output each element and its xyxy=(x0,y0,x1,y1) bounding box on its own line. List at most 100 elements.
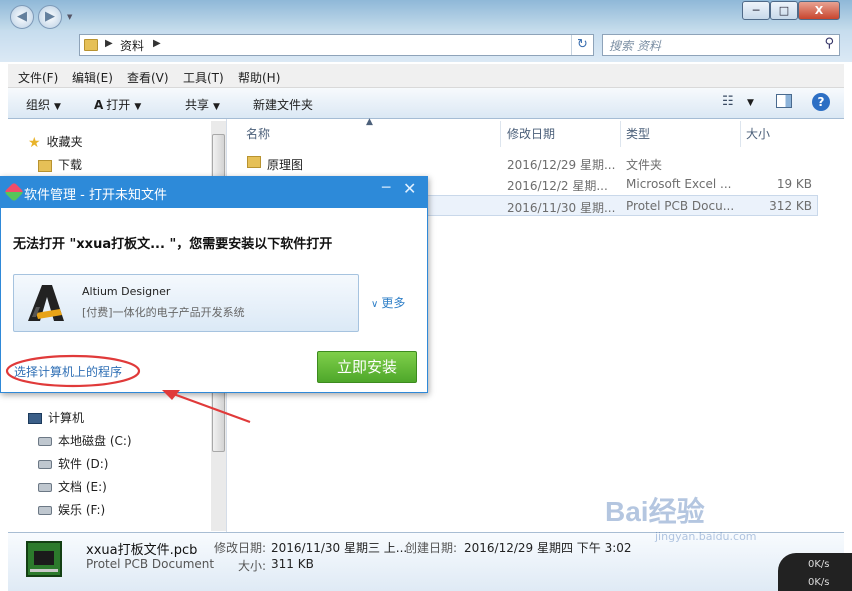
nav-label: 收藏夹 xyxy=(46,135,83,149)
details-modified: 2016/11/30 星期三 上... xyxy=(271,541,408,555)
drive-icon xyxy=(38,460,52,469)
forward-button[interactable]: ▶ xyxy=(38,5,62,29)
column-header-date[interactable]: 修改日期 xyxy=(507,125,555,142)
maximize-button[interactable]: □ xyxy=(770,1,798,20)
command-toolbar: 组织 ▼ A 打开 ▼ 共享 ▼ 新建文件夹 ☷ ▼ ? xyxy=(8,88,844,119)
folder-icon xyxy=(38,159,52,172)
menu-view[interactable]: 查看(V) xyxy=(127,69,169,86)
nav-label: 娱乐 (F:) xyxy=(58,503,106,517)
computer-icon xyxy=(28,413,42,424)
preview-pane-icon[interactable] xyxy=(776,94,792,108)
app-card[interactable]: Altium Designer [付费]一体化的电子产品开发系统 xyxy=(13,274,359,332)
dialog-title: 软件管理 - 打开未知文件 xyxy=(24,188,167,203)
nav-item-favorites[interactable]: ★ 收藏夹 xyxy=(28,133,83,151)
file-name: 原理图 xyxy=(267,158,304,172)
nav-item-drive-e[interactable]: 文档 (E:) xyxy=(38,478,107,495)
altium-logo-icon xyxy=(28,285,64,321)
file-date: 2016/11/30 星期... xyxy=(507,201,616,215)
new-folder-button[interactable]: 新建文件夹 xyxy=(253,96,313,113)
help-icon[interactable]: ? xyxy=(812,93,830,111)
nav-item-downloads[interactable]: 下载 xyxy=(38,156,82,173)
file-size: 19 KB xyxy=(776,177,812,191)
folder-icon xyxy=(247,156,261,168)
baidu-watermark: Bai经验 jingyan.baidu.com xyxy=(605,490,815,560)
menu-help[interactable]: 帮助(H) xyxy=(238,69,280,86)
open-button[interactable]: A 打开 ▼ xyxy=(94,96,141,113)
chevron-down-icon: ▼ xyxy=(54,102,61,112)
chevron-down-icon: ∨ xyxy=(371,299,379,310)
more-link[interactable]: ∨ 更多 xyxy=(371,294,405,311)
open-label: 打开 xyxy=(106,98,131,112)
file-date: 2016/12/2 星期... xyxy=(507,179,608,193)
dialog-minimize-icon[interactable]: ─ xyxy=(382,180,390,196)
column-divider[interactable] xyxy=(500,121,501,147)
download-speed: 0K/s xyxy=(808,577,830,588)
menu-file[interactable]: 文件(F) xyxy=(18,69,58,86)
watermark-logo: Bai经验 xyxy=(605,496,705,527)
nav-item-drive-c[interactable]: 本地磁盘 (C:) xyxy=(38,432,132,449)
drive-icon xyxy=(38,483,52,492)
nav-label: 文档 (E:) xyxy=(58,480,107,494)
dialog-titlebar: 软件管理 - 打开未知文件 ─ ✕ xyxy=(1,177,427,208)
view-options-icon[interactable]: ☷ xyxy=(722,94,734,109)
column-header-type[interactable]: 类型 xyxy=(626,125,650,142)
nav-item-drive-f[interactable]: 娱乐 (F:) xyxy=(38,501,105,518)
open-app-icon: A xyxy=(94,98,104,112)
file-type: Protel PCB Docu... xyxy=(626,199,735,213)
nav-label: 软件 (D:) xyxy=(58,457,109,471)
open-unknown-file-dialog: 软件管理 - 打开未知文件 ─ ✕ 无法打开 "xxua打板文... "，您需要… xyxy=(0,176,428,393)
dialog-close-icon[interactable]: ✕ xyxy=(403,179,416,198)
back-button[interactable]: ◀ xyxy=(10,5,34,29)
file-type: Microsoft Excel ... xyxy=(626,177,732,191)
refresh-icon[interactable]: ↻ xyxy=(571,35,593,55)
column-header-name[interactable]: 名称 xyxy=(246,125,270,142)
nav-label: 计算机 xyxy=(48,411,85,425)
folder-icon xyxy=(84,39,98,51)
organize-label: 组织 xyxy=(26,98,51,112)
software-manager-logo-icon xyxy=(4,182,24,202)
nav-item-drive-d[interactable]: 软件 (D:) xyxy=(38,455,108,472)
more-label: 更多 xyxy=(381,296,406,310)
menu-tools[interactable]: 工具(T) xyxy=(183,69,224,86)
share-button[interactable]: 共享 ▼ xyxy=(185,96,220,113)
menu-bar: 文件(F) 编辑(E) 查看(V) 工具(T) 帮助(H) xyxy=(8,64,844,88)
details-created-label: 创建日期: xyxy=(405,541,458,555)
details-modified-label: 修改日期: xyxy=(214,541,267,555)
breadcrumb-separator-icon[interactable]: ▶ xyxy=(153,38,161,49)
window-titlebar xyxy=(0,0,852,30)
file-type: 文件夹 xyxy=(626,158,663,172)
column-header-size[interactable]: 大小 xyxy=(746,125,770,142)
nav-label: 本地磁盘 (C:) xyxy=(58,434,132,448)
nav-label: 下载 xyxy=(58,158,83,172)
address-input[interactable]: ▶ 资料 ▶ ↻ xyxy=(79,34,594,56)
column-divider[interactable] xyxy=(620,121,621,147)
minimize-button[interactable]: ─ xyxy=(742,1,770,20)
file-date: 2016/12/29 星期... xyxy=(507,158,616,172)
column-divider[interactable] xyxy=(740,121,741,147)
search-input[interactable]: 搜索 资料 ⚲ xyxy=(602,34,840,56)
star-icon: ★ xyxy=(28,134,41,151)
search-icon[interactable]: ⚲ xyxy=(824,36,834,51)
table-row[interactable]: 原理图 2016/12/29 星期... 文件夹 xyxy=(228,153,818,174)
app-description: [付费]一体化的电子产品开发系统 xyxy=(82,306,245,319)
history-dropdown-icon[interactable]: ▼ xyxy=(67,13,72,21)
breadcrumb-separator-icon[interactable]: ▶ xyxy=(105,38,113,49)
nav-item-computer[interactable]: 计算机 xyxy=(28,409,84,426)
search-placeholder: 搜索 资料 xyxy=(609,39,661,53)
menu-edit[interactable]: 编辑(E) xyxy=(72,69,113,86)
choose-program-link[interactable]: 选择计算机上的程序 xyxy=(14,363,122,380)
details-filetype: Protel PCB Document xyxy=(86,557,215,571)
details-size-label: 大小: xyxy=(238,559,267,573)
organize-button[interactable]: 组织 ▼ xyxy=(26,96,61,113)
breadcrumb[interactable]: 资料 xyxy=(120,37,144,54)
close-button[interactable]: X xyxy=(798,1,840,20)
chevron-down-icon[interactable]: ▼ xyxy=(747,98,754,108)
upload-speed: 0K/s xyxy=(808,559,830,570)
pcb-file-icon xyxy=(26,541,62,577)
dialog-message: 无法打开 "xxua打板文... "，您需要安装以下软件打开 xyxy=(13,237,333,252)
sort-arrow-icon: ▲ xyxy=(366,117,373,127)
install-button[interactable]: 立即安装 xyxy=(317,351,417,383)
chevron-down-icon: ▼ xyxy=(134,102,142,112)
app-name: Altium Designer xyxy=(82,285,171,298)
watermark-url: jingyan.baidu.com xyxy=(655,530,757,543)
